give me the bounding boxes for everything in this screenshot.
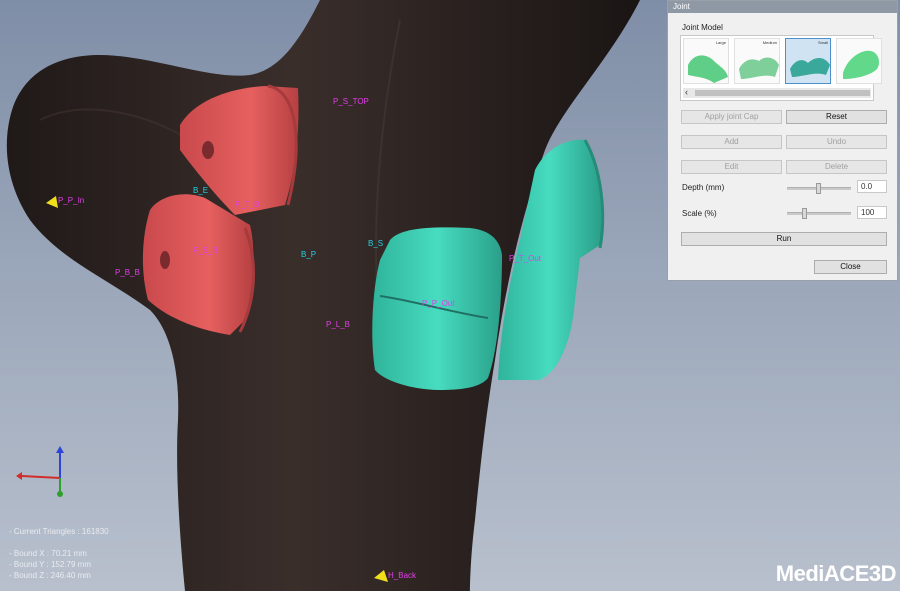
scroll-left-icon[interactable]: ‹ [685, 87, 688, 97]
reset-button[interactable]: Reset [786, 110, 887, 124]
label-b-e: B_E [193, 186, 209, 195]
bound-y: - Bound Y : 152.79 mm [9, 560, 91, 569]
model-gallery: Large Medium Small ‹ [680, 35, 882, 101]
joint-dialog: Joint Joint Model Large Medium Small ‹ A… [667, 0, 898, 281]
depth-slider-knob[interactable] [816, 183, 821, 194]
label-p-p-out: P_P_Out [422, 299, 455, 308]
depth-slider[interactable] [787, 183, 851, 194]
label-b-p: B_P [301, 250, 317, 259]
section-joint-model: Joint Model [682, 23, 723, 32]
run-button[interactable]: Run [681, 232, 887, 246]
depth-input[interactable]: 0.0 [857, 180, 887, 193]
undo-button[interactable]: Undo [786, 135, 887, 149]
delete-button[interactable]: Delete [786, 160, 887, 174]
scrollbar-thumb[interactable] [695, 90, 870, 96]
add-button[interactable]: Add [681, 135, 782, 149]
label-p-s-b: P_S_B [193, 246, 218, 255]
model-label-large: Large [715, 40, 726, 45]
current-triangles: - Current Triangles : 161830 [9, 527, 109, 536]
logo-text-b: ACE3D [823, 561, 897, 586]
model-label-medium: Medium [762, 40, 777, 45]
model-thumb-extra[interactable] [836, 38, 882, 84]
cap-small-icon [790, 58, 830, 77]
scale-label: Scale (%) [682, 209, 717, 218]
depth-label: Depth (mm) [682, 183, 725, 192]
cap-medium-icon [739, 57, 779, 79]
model-label-small: Small [817, 40, 828, 45]
label-h-back: H_Back [388, 571, 417, 580]
apply-joint-cap-button[interactable]: Apply joint Cap [681, 110, 782, 124]
bound-x: - Bound X : 70.21 mm [9, 549, 87, 558]
label-p-l-b: P_L_B [326, 320, 351, 329]
stats-panel: - Current Triangles : 161830 [9, 526, 109, 537]
bound-z: - Bound Z : 246.40 mm [9, 571, 91, 580]
model-thumb-medium[interactable]: Medium [734, 38, 780, 84]
edit-button[interactable]: Edit [681, 160, 782, 174]
close-button[interactable]: Close [814, 260, 887, 274]
cap-large-icon [688, 55, 728, 83]
scale-slider[interactable] [787, 208, 851, 219]
model-thumb-large[interactable]: Large [683, 38, 729, 84]
scale-input[interactable]: 100 [857, 206, 887, 219]
brand-logo: MediACE3D [775, 561, 897, 587]
label-p-t-b: P_T_B [235, 200, 260, 209]
label-p-s-top: P_S_TOP [333, 97, 369, 106]
label-b-s: B_S [368, 239, 384, 248]
label-p-b-b: P_B_B [115, 268, 140, 277]
label-p-t-out: P_T_Out [509, 254, 542, 263]
model-thumb-small[interactable]: Small [785, 38, 831, 84]
cap-extra-icon [843, 50, 879, 79]
logo-text-a: Medi [775, 561, 825, 586]
scale-slider-knob[interactable] [802, 208, 807, 219]
gallery-scrollbar[interactable]: ‹ [683, 87, 871, 98]
bounds-panel: - Bound X : 70.21 mm - Bound Y : 152.79 … [9, 548, 91, 581]
label-p-p-in: P_P_In [58, 196, 85, 205]
dialog-title: Joint [668, 1, 897, 13]
axis-gizmo [16, 446, 64, 497]
